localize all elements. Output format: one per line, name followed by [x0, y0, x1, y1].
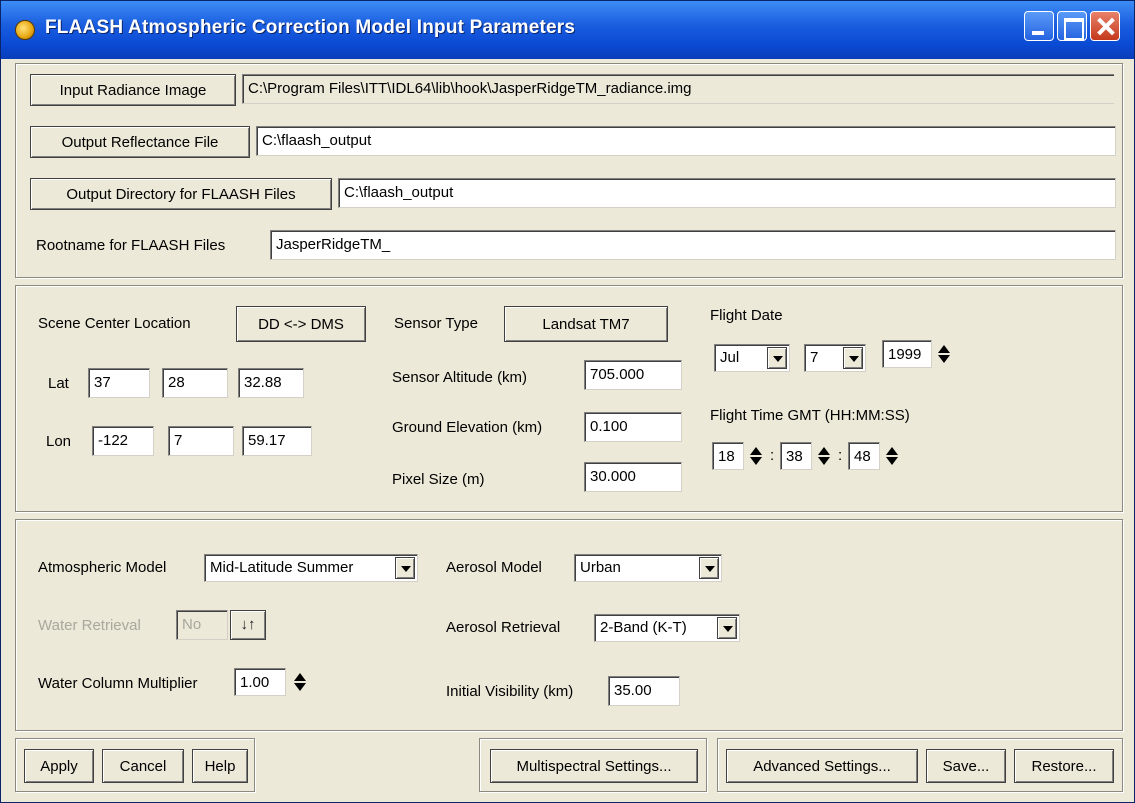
aerosol-retrieval-label: Aerosol Retrieval [446, 619, 561, 636]
app-icon [15, 20, 35, 40]
restore-button[interactable]: Restore... [1014, 749, 1114, 783]
multispectral-group: Multispectral Settings... [479, 738, 707, 792]
flight-second-spinner[interactable]: 48 [848, 442, 904, 470]
ground-elevation-label: Ground Elevation (km) [392, 419, 543, 436]
minimize-button[interactable] [1024, 11, 1054, 41]
ground-elevation-field[interactable]: 0.100 [584, 412, 682, 442]
multispectral-settings-button[interactable]: Multispectral Settings... [490, 749, 698, 783]
lat-label: Lat [48, 375, 69, 392]
water-retrieval-field: No [176, 610, 228, 640]
atmospheric-model-value: Mid-Latitude Summer [210, 559, 354, 576]
window-title: FLAASH Atmospheric Correction Model Inpu… [45, 17, 576, 38]
rootname-label: Rootname for FLAASH Files [36, 237, 226, 254]
output-directory-field[interactable]: C:\flaash_output [338, 178, 1116, 208]
initial-visibility-field[interactable]: 35.00 [608, 676, 680, 706]
advanced-settings-button[interactable]: Advanced Settings... [726, 749, 918, 783]
time-separator: : [838, 447, 843, 464]
chevron-down-icon[interactable] [717, 617, 737, 639]
close-button[interactable] [1090, 11, 1120, 41]
water-column-field[interactable]: 1.00 [234, 668, 286, 696]
scene-center-label: Scene Center Location [38, 315, 191, 332]
lon-degrees-field[interactable]: -122 [92, 426, 154, 456]
aerosol-model-value: Urban [580, 559, 621, 576]
flight-day-dropdown[interactable]: 7 [804, 344, 866, 372]
lat-degrees-field[interactable]: 37 [88, 368, 150, 398]
file-settings-panel: Input Radiance Image C:\Program Files\IT… [15, 63, 1123, 278]
flight-hour-field[interactable]: 18 [712, 442, 744, 470]
cancel-button[interactable]: Cancel [102, 749, 184, 783]
scene-sensor-panel: Scene Center Location DD <-> DMS Lat 37 … [15, 285, 1123, 512]
time-separator: : [770, 447, 775, 464]
help-button[interactable]: Help [192, 749, 248, 783]
up-down-spin-icon[interactable] [292, 671, 308, 693]
up-down-spin-icon[interactable] [748, 445, 764, 467]
aerosol-model-dropdown[interactable]: Urban [574, 554, 722, 582]
flight-month-dropdown[interactable]: Jul [714, 344, 790, 372]
flight-year-field[interactable]: 1999 [882, 340, 932, 368]
output-reflectance-field[interactable]: C:\flaash_output [256, 126, 1116, 156]
dd-dms-button[interactable]: DD <-> DMS [236, 306, 366, 342]
apply-cancel-help-group: Apply Cancel Help [15, 738, 255, 792]
water-column-spinner[interactable]: 1.00 [234, 668, 314, 696]
aerosol-retrieval-value: 2-Band (K-T) [600, 619, 687, 636]
water-retrieval-label: Water Retrieval [38, 617, 141, 634]
advanced-save-restore-group: Advanced Settings... Save... Restore... [717, 738, 1123, 792]
chevron-down-icon[interactable] [767, 347, 787, 369]
lon-seconds-field[interactable]: 59.17 [242, 426, 312, 456]
flight-year-spinner[interactable]: 1999 [882, 340, 958, 368]
flight-second-field[interactable]: 48 [848, 442, 880, 470]
sensor-type-label: Sensor Type [394, 315, 478, 332]
atmosphere-panel: Atmospheric Model Mid-Latitude Summer Wa… [15, 519, 1123, 731]
flight-day-value: 7 [810, 349, 819, 366]
sensor-type-button[interactable]: Landsat TM7 [504, 306, 668, 342]
up-down-spin-icon[interactable] [816, 445, 832, 467]
up-down-arrows-icon[interactable]: ↓↑ [230, 610, 266, 640]
chevron-down-icon[interactable] [843, 347, 863, 369]
flight-minute-spinner[interactable]: 38 [780, 442, 836, 470]
chevron-down-icon[interactable] [699, 557, 719, 579]
flight-minute-field[interactable]: 38 [780, 442, 812, 470]
atmospheric-model-label: Atmospheric Model [38, 559, 167, 576]
apply-button[interactable]: Apply [24, 749, 94, 783]
flight-hour-spinner[interactable]: 18 [712, 442, 768, 470]
input-radiance-button[interactable]: Input Radiance Image [30, 74, 236, 106]
rootname-field[interactable]: JasperRidgeTM_ [270, 230, 1116, 260]
input-radiance-path: C:\Program Files\ITT\IDL64\lib\hook\Jasp… [242, 74, 1114, 104]
lat-seconds-field[interactable]: 32.88 [238, 368, 304, 398]
output-reflectance-button[interactable]: Output Reflectance File [30, 126, 250, 158]
title-bar[interactable]: FLAASH Atmospheric Correction Model Inpu… [1, 1, 1134, 59]
atmospheric-model-dropdown[interactable]: Mid-Latitude Summer [204, 554, 418, 582]
maximize-button[interactable] [1057, 11, 1087, 41]
pixel-size-label: Pixel Size (m) [392, 471, 485, 488]
output-directory-button[interactable]: Output Directory for FLAASH Files [30, 178, 332, 210]
chevron-down-icon[interactable] [395, 557, 415, 579]
flight-month-value: Jul [720, 349, 740, 366]
lon-label: Lon [46, 433, 72, 450]
lat-minutes-field[interactable]: 28 [162, 368, 228, 398]
pixel-size-field[interactable]: 30.000 [584, 462, 682, 492]
save-button[interactable]: Save... [926, 749, 1006, 783]
flight-time-label: Flight Time GMT (HH:MM:SS) [710, 407, 910, 424]
water-column-label: Water Column Multiplier [38, 675, 198, 692]
flight-date-label: Flight Date [710, 307, 783, 324]
up-down-spin-icon[interactable] [936, 343, 952, 365]
sensor-altitude-label: Sensor Altitude (km) [392, 369, 528, 386]
flaash-dialog-window: FLAASH Atmospheric Correction Model Inpu… [0, 0, 1135, 803]
aerosol-retrieval-dropdown[interactable]: 2-Band (K-T) [594, 614, 740, 642]
lon-minutes-field[interactable]: 7 [168, 426, 234, 456]
sensor-altitude-field[interactable]: 705.000 [584, 360, 682, 390]
up-down-spin-icon[interactable] [884, 445, 900, 467]
aerosol-model-label: Aerosol Model [446, 559, 542, 576]
initial-visibility-label: Initial Visibility (km) [446, 683, 574, 700]
